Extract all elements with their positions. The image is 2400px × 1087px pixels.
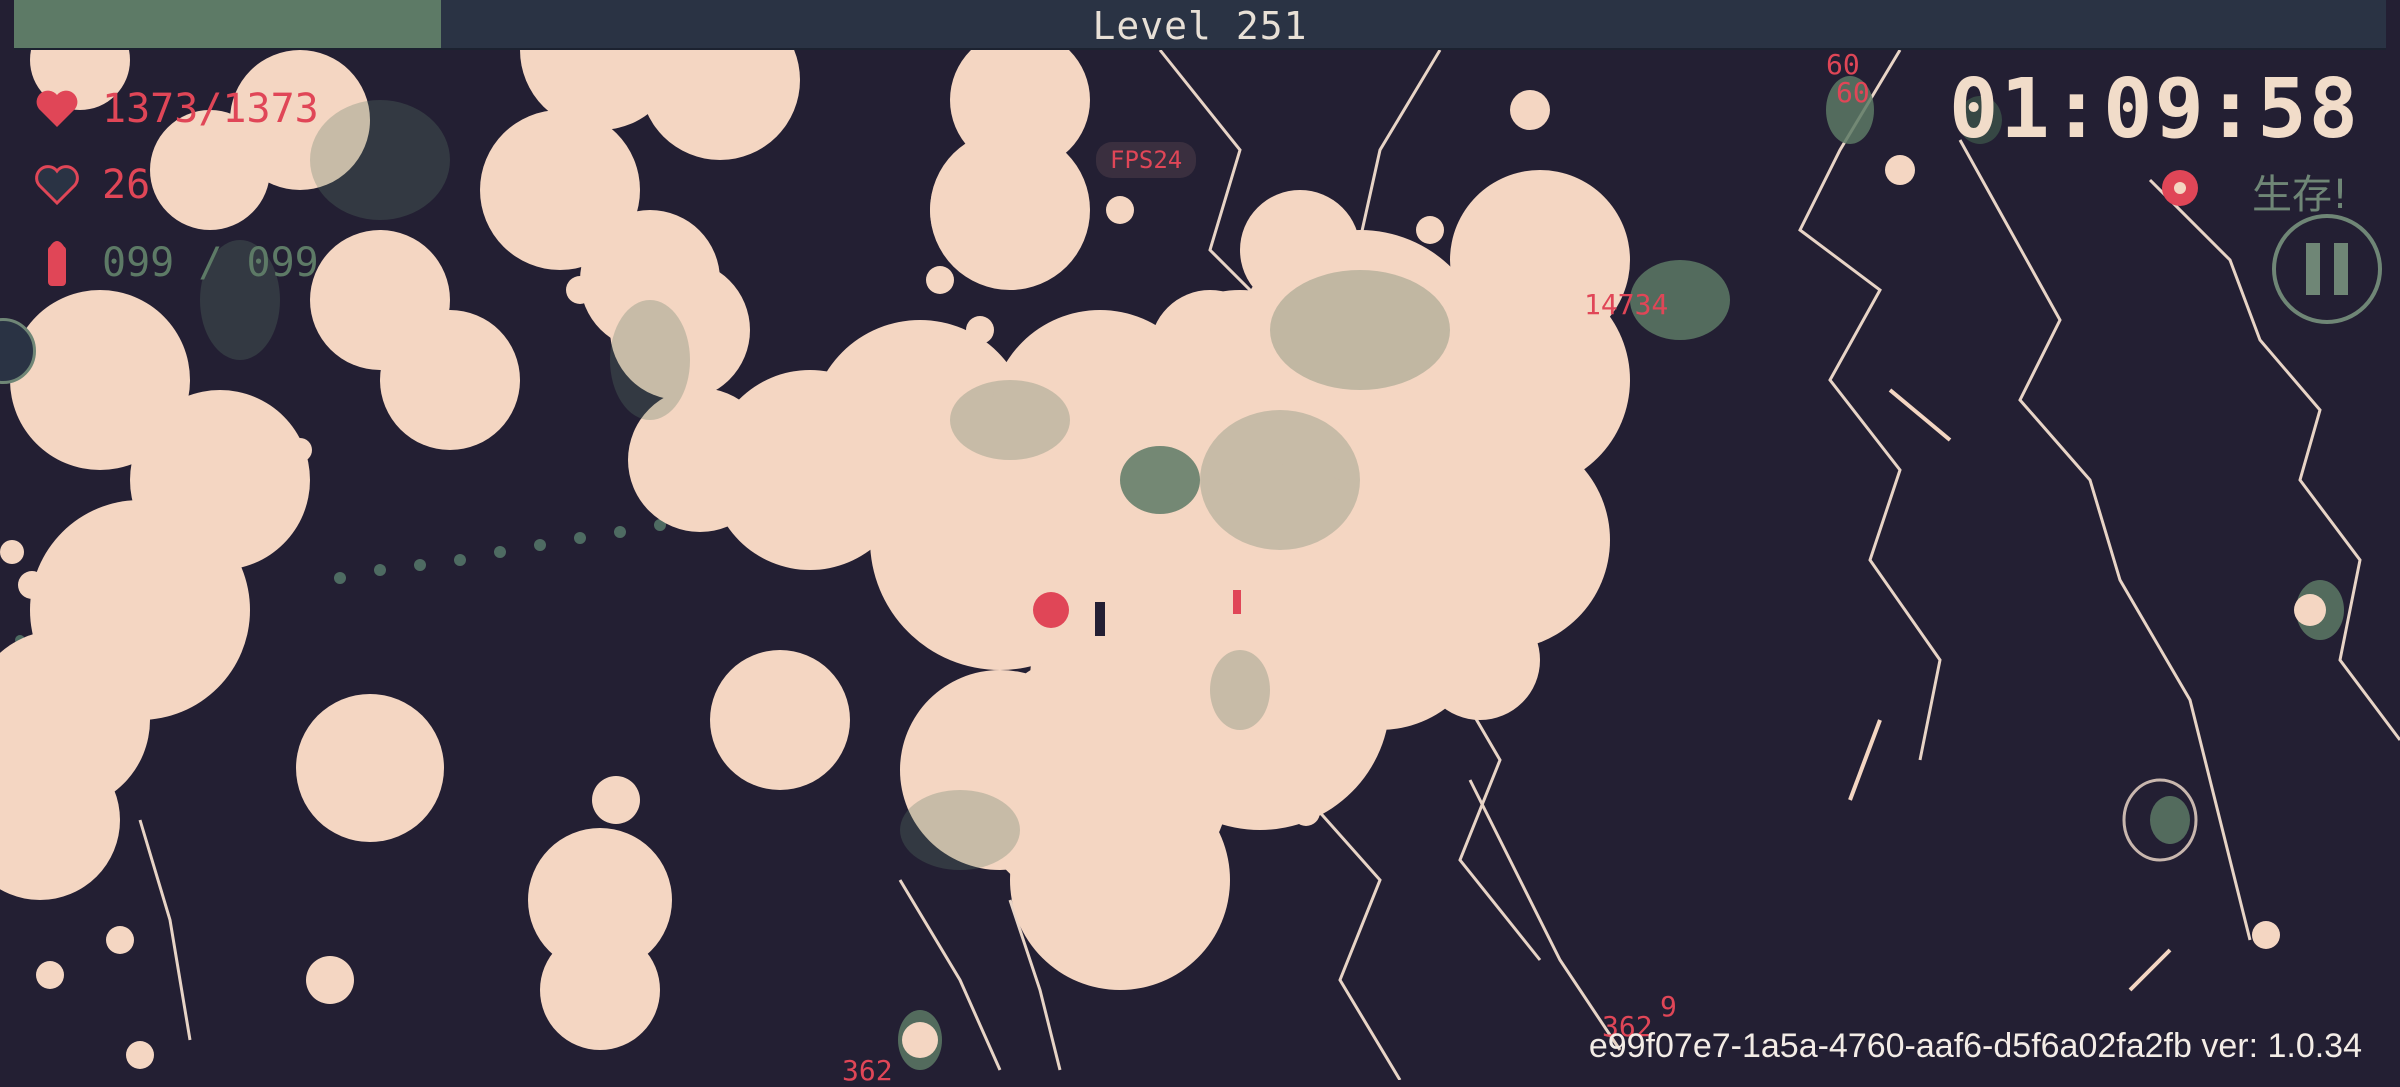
level-label: Level 251 bbox=[1092, 4, 1308, 48]
pause-icon bbox=[2306, 243, 2320, 295]
armor-value: 26 bbox=[102, 162, 151, 208]
armor-stat: 26 bbox=[30, 158, 150, 212]
survival-timer: 01:09:58 bbox=[1949, 62, 2360, 157]
damage-number: 60 bbox=[1836, 76, 1870, 109]
damage-number: 14734 bbox=[1584, 288, 1669, 321]
heart-icon bbox=[30, 82, 84, 136]
pause-icon-bar bbox=[2334, 243, 2348, 295]
fps-counter: FPS24 bbox=[1096, 142, 1197, 178]
game-scene bbox=[0, 0, 2400, 1080]
damage-number: 362 bbox=[842, 1054, 893, 1087]
bullet-icon bbox=[30, 236, 84, 290]
pause-button[interactable] bbox=[2272, 214, 2382, 324]
survive-label: 生存! bbox=[2251, 172, 2348, 218]
ammo-stat: 099 / 099 bbox=[30, 236, 319, 290]
hp-value: 1373/1373 bbox=[102, 86, 319, 132]
hp-stat: 1373/1373 bbox=[30, 82, 319, 136]
ammo-value: 099 / 099 bbox=[102, 240, 319, 286]
xp-bar: Level 251 bbox=[14, 0, 2386, 50]
damage-number: 9 bbox=[1660, 990, 1677, 1023]
shield-heart-icon bbox=[30, 158, 84, 212]
version-text: e99f07e7-1a5a-4760-aaf6-d5f6a02fa2fb ver… bbox=[1588, 1027, 2362, 1065]
